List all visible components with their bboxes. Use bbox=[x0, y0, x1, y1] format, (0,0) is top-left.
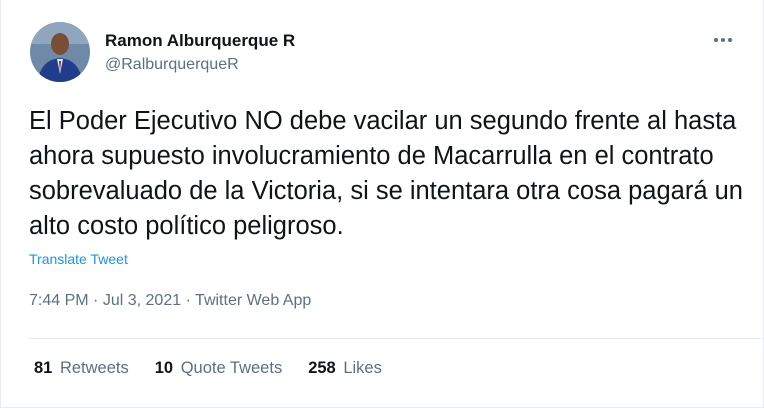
likes-stat[interactable]: 258 Likes bbox=[308, 359, 382, 378]
engagement-stats: 81 Retweets 10 Quote Tweets 258 Likes bbox=[34, 359, 408, 378]
more-horizontal-icon[interactable] bbox=[709, 30, 737, 50]
divider bbox=[29, 338, 763, 339]
author-handle[interactable]: @RalburquerqueR bbox=[105, 56, 239, 74]
retweets-stat[interactable]: 81 Retweets bbox=[34, 359, 129, 378]
tweet-date[interactable]: Jul 3, 2021 bbox=[103, 292, 181, 309]
dot bbox=[714, 38, 718, 42]
tweet-metadata: 7:44 PM · Jul 3, 2021 · Twitter Web App bbox=[29, 292, 311, 310]
tweet-source[interactable]: Twitter Web App bbox=[195, 292, 311, 309]
dot bbox=[728, 38, 732, 42]
separator: · bbox=[185, 292, 191, 309]
tweet-text: El Poder Ejecutivo NO debe vacilar un se… bbox=[29, 107, 743, 240]
tweet-card: Ramon Alburquerque R @RalburquerqueR El … bbox=[0, 0, 764, 408]
likes-count: 258 bbox=[308, 359, 336, 377]
author-name[interactable]: Ramon Alburquerque R bbox=[105, 31, 295, 51]
avatar[interactable] bbox=[30, 22, 90, 82]
quote-tweets-count: 10 bbox=[154, 359, 174, 377]
retweets-count: 81 bbox=[34, 359, 53, 377]
quote-tweets-label: Quote Tweets bbox=[180, 359, 283, 377]
translate-tweet-link[interactable]: Translate Tweet bbox=[29, 251, 128, 267]
tweet-time[interactable]: 7:44 PM bbox=[29, 292, 89, 309]
quote-tweets-stat[interactable]: 10 Quote Tweets bbox=[155, 359, 282, 378]
likes-label: Likes bbox=[343, 359, 382, 377]
dot bbox=[721, 38, 725, 42]
separator: · bbox=[93, 292, 99, 309]
retweets-label: Retweets bbox=[59, 359, 129, 377]
